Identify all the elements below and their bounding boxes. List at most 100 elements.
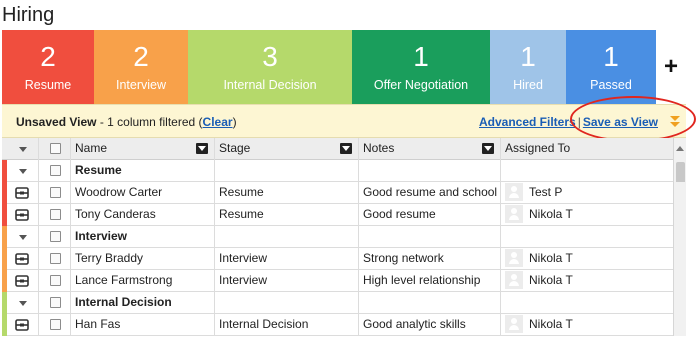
cell-stage[interactable]: Interview: [215, 270, 359, 292]
row-checkbox[interactable]: [50, 187, 61, 198]
scrollbar-top[interactable]: [673, 138, 686, 160]
page-title: Hiring: [2, 4, 55, 26]
scrollbar-track[interactable]: [673, 314, 686, 336]
scrollbar-track[interactable]: [673, 248, 686, 270]
cell-assigned[interactable]: Nikola T: [501, 204, 673, 226]
empty-cell: [359, 292, 501, 314]
column-header-assigned[interactable]: Assigned To: [501, 138, 673, 160]
scrollbar-track[interactable]: [673, 226, 686, 248]
scrollbar-track[interactable]: [673, 160, 686, 182]
stage-summary-bar: 2 Resume 2 Interview 3 Internal Decision…: [2, 30, 686, 104]
group-collapse-caret-icon[interactable]: [19, 235, 27, 240]
cell-assigned[interactable]: Test P: [501, 182, 673, 204]
group-checkbox[interactable]: [50, 297, 61, 308]
cell-stage[interactable]: Interview: [215, 248, 359, 270]
stage-tile-hired[interactable]: 1 Hired: [490, 30, 566, 104]
cell-notes[interactable]: Good resume: [359, 204, 501, 226]
add-stage-button[interactable]: +: [656, 30, 686, 104]
cell-assigned[interactable]: Nikola T: [501, 270, 673, 292]
group-label: Resume: [71, 160, 215, 182]
header-select-cell: [39, 138, 71, 160]
avatar: [505, 248, 523, 267]
cell-assigned[interactable]: Nikola T: [501, 248, 673, 270]
table-row[interactable]: Han Fas Internal Decision Good analytic …: [2, 314, 686, 336]
stage-label: Hired: [513, 78, 543, 92]
row-select-cell: [39, 248, 71, 270]
stage-tile-internal-decision[interactable]: 3 Internal Decision: [188, 30, 352, 104]
card-view-icon[interactable]: [15, 187, 29, 199]
select-all-checkbox[interactable]: [50, 143, 61, 154]
card-view-icon[interactable]: [15, 319, 29, 331]
assignee-name: Nikola T: [529, 207, 573, 221]
collapse-all-caret-icon[interactable]: [19, 147, 27, 152]
row-card-cell: [7, 270, 39, 292]
scroll-up-icon[interactable]: [676, 146, 684, 151]
scrollbar-thumb[interactable]: [676, 162, 685, 182]
group-row: Resume: [2, 160, 686, 182]
view-name: Unsaved View: [16, 115, 97, 129]
stage-tile-resume[interactable]: 2 Resume: [2, 30, 94, 104]
row-card-cell: [7, 182, 39, 204]
cell-notes[interactable]: High level relationship: [359, 270, 501, 292]
group-toggle-cell: [7, 226, 39, 248]
cell-stage[interactable]: Resume: [215, 204, 359, 226]
scrollbar-track[interactable]: [673, 182, 686, 204]
stage-count: 2: [40, 41, 56, 72]
cell-stage[interactable]: Internal Decision: [215, 314, 359, 336]
cell-assigned[interactable]: Nikola T: [501, 314, 673, 336]
table-row[interactable]: Tony Canderas Resume Good resume Nikola …: [2, 204, 686, 226]
column-label: Assigned To: [505, 141, 571, 155]
row-checkbox[interactable]: [50, 209, 61, 220]
column-header-name[interactable]: Name: [71, 138, 215, 160]
cell-name[interactable]: Terry Braddy: [71, 248, 215, 270]
save-as-view-link[interactable]: Save as View: [583, 115, 658, 129]
group-label: Interview: [71, 226, 215, 248]
column-menu-icon[interactable]: [340, 143, 352, 154]
cell-name[interactable]: Lance Farmstrong: [71, 270, 215, 292]
row-card-cell: [7, 204, 39, 226]
column-menu-icon[interactable]: [482, 143, 494, 154]
clear-filter-link[interactable]: Clear: [203, 115, 233, 129]
advanced-filters-link[interactable]: Advanced Filters: [479, 115, 576, 129]
card-view-icon[interactable]: [15, 275, 29, 287]
scrollbar-track[interactable]: [673, 292, 686, 314]
row-select-cell: [39, 204, 71, 226]
column-header-notes[interactable]: Notes: [359, 138, 501, 160]
column-menu-icon[interactable]: [196, 143, 208, 154]
candidate-grid: Name Stage Notes Assigned To Resume Wood…: [2, 138, 686, 336]
group-checkbox[interactable]: [50, 165, 61, 176]
cell-notes[interactable]: Strong network: [359, 248, 501, 270]
cell-notes[interactable]: Good resume and school (C: [359, 182, 501, 204]
row-checkbox[interactable]: [50, 253, 61, 264]
table-row[interactable]: Terry Braddy Interview Strong network Ni…: [2, 248, 686, 270]
card-view-icon[interactable]: [15, 253, 29, 265]
card-view-icon[interactable]: [15, 209, 29, 221]
cell-name[interactable]: Han Fas: [71, 314, 215, 336]
cell-stage[interactable]: Resume: [215, 182, 359, 204]
cell-notes[interactable]: Good analytic skills: [359, 314, 501, 336]
group-checkbox[interactable]: [50, 231, 61, 242]
group-toggle-cell: [7, 160, 39, 182]
group-collapse-caret-icon[interactable]: [19, 169, 27, 174]
stage-tile-offer-negotiation[interactable]: 1 Offer Negotiation: [352, 30, 490, 104]
scrollbar-track[interactable]: [673, 204, 686, 226]
table-row[interactable]: Lance Farmstrong Interview High level re…: [2, 270, 686, 292]
row-checkbox[interactable]: [50, 319, 61, 330]
row-checkbox[interactable]: [50, 275, 61, 286]
stage-tile-interview[interactable]: 2 Interview: [94, 30, 188, 104]
filter-bar: Unsaved View - 1 column filtered (Clear)…: [2, 104, 686, 138]
column-label: Notes: [363, 141, 395, 155]
scrollbar-track[interactable]: [673, 270, 686, 292]
column-header-stage[interactable]: Stage: [215, 138, 359, 160]
stage-count: 3: [262, 41, 278, 72]
assignee-name: Nikola T: [529, 317, 573, 331]
cell-name[interactable]: Tony Canderas: [71, 204, 215, 226]
empty-cell: [501, 226, 673, 248]
table-row[interactable]: Woodrow Carter Resume Good resume and sc…: [2, 182, 686, 204]
cell-name[interactable]: Woodrow Carter: [71, 182, 215, 204]
stage-tile-passed[interactable]: 1 Passed: [566, 30, 656, 104]
group-collapse-caret-icon[interactable]: [19, 301, 27, 306]
stage-label: Passed: [590, 78, 632, 92]
double-chevron-down-icon[interactable]: [669, 115, 681, 129]
stage-count: 1: [520, 41, 536, 72]
